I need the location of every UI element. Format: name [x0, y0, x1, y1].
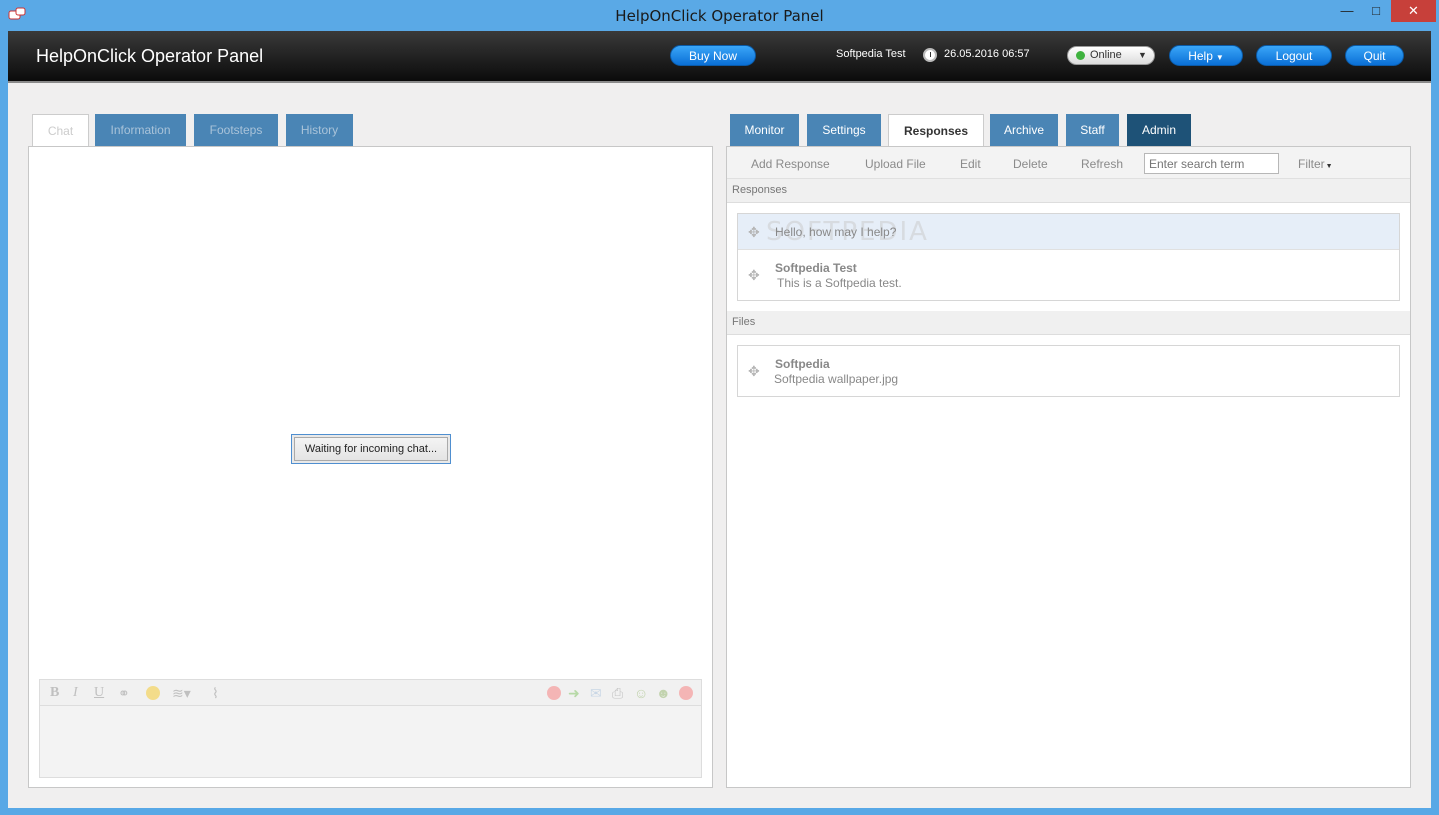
waiting-text: Waiting for incoming chat...	[294, 437, 448, 461]
transfer-icon[interactable]: ➜	[568, 685, 580, 702]
editor-toolbar: B I U ⚭ ≋▾ ⌇ ➜ ✉ ⎙ ☺ ☻	[40, 680, 701, 706]
buy-now-button[interactable]: Buy Now	[670, 45, 756, 66]
tab-staff[interactable]: Staff	[1066, 114, 1119, 146]
maximize-button[interactable]: □	[1362, 0, 1390, 22]
response-text: Hello, how may I help?	[775, 225, 897, 239]
edit-button[interactable]: Edit	[960, 157, 981, 171]
window-titlebar: HelpOnClick Operator Panel — □ ✕	[0, 0, 1439, 31]
search-input[interactable]	[1144, 153, 1279, 174]
clock-icon	[923, 48, 937, 62]
bold-icon[interactable]: B	[50, 685, 59, 701]
filter-dropdown[interactable]: Filter▼	[1298, 157, 1333, 171]
italic-icon[interactable]: I	[73, 685, 78, 701]
chevron-down-icon: ▼	[1215, 53, 1224, 62]
tab-responses[interactable]: Responses	[888, 114, 984, 147]
tab-information[interactable]: Information	[95, 114, 186, 146]
tab-history[interactable]: History	[286, 114, 353, 146]
move-icon[interactable]: ✥	[748, 364, 762, 378]
tab-archive[interactable]: Archive	[990, 114, 1058, 146]
end-chat-icon[interactable]	[547, 686, 561, 700]
response-item[interactable]: ✥ SOFTPEDIA Hello, how may I help?	[738, 214, 1399, 250]
tab-chat[interactable]: Chat	[32, 114, 89, 147]
chevron-down-icon: ▼	[1138, 50, 1147, 60]
move-icon[interactable]: ✥	[748, 225, 762, 239]
move-icon[interactable]: ✥	[748, 268, 762, 282]
email-icon[interactable]: ✉	[590, 685, 602, 702]
chat-panel: Waiting for incoming chat... B I U ⚭ ≋▾ …	[28, 146, 713, 788]
smiley-icon[interactable]	[146, 686, 160, 700]
tab-admin[interactable]: Admin	[1127, 114, 1191, 146]
tab-monitor[interactable]: Monitor	[730, 114, 799, 146]
status-label: Online	[1090, 49, 1122, 61]
waiting-indicator: Waiting for incoming chat...	[291, 434, 451, 464]
refresh-button[interactable]: Refresh	[1081, 157, 1123, 171]
message-editor[interactable]: B I U ⚭ ≋▾ ⌇ ➜ ✉ ⎙ ☺ ☻	[39, 679, 702, 778]
file-name: Softpedia wallpaper.jpg	[774, 372, 899, 386]
responses-toolbar: Add Response Upload File Edit Delete Ref…	[727, 147, 1410, 179]
tab-footsteps[interactable]: Footsteps	[194, 114, 278, 146]
upload-file-button[interactable]: Upload File	[865, 157, 926, 171]
underline-icon[interactable]: U	[94, 685, 104, 701]
response-item[interactable]: ✥ Softpedia Test This is a Softpedia tes…	[738, 250, 1399, 300]
files-list: ✥ Softpedia Softpedia wallpaper.jpg	[737, 345, 1400, 397]
attachment-icon[interactable]: ⌇	[212, 685, 219, 702]
app-header: HelpOnClick Operator Panel Buy Now Softp…	[8, 31, 1431, 83]
filter-label: Filter	[1298, 157, 1325, 171]
color-picker-icon[interactable]: ≋▾	[172, 685, 191, 702]
status-dropdown[interactable]: Online ▼	[1067, 46, 1155, 65]
ban-icon[interactable]	[679, 686, 693, 700]
add-response-button[interactable]: Add Response	[751, 157, 830, 171]
add-user-icon[interactable]: ☻	[656, 685, 671, 701]
close-window-button[interactable]: ✕	[1391, 0, 1436, 22]
files-section-label: Files	[727, 311, 1410, 335]
help-label: Help	[1188, 49, 1213, 63]
response-title: Softpedia Test	[775, 261, 857, 275]
response-text: This is a Softpedia test.	[777, 276, 902, 290]
window-title: HelpOnClick Operator Panel	[615, 7, 824, 25]
minimize-button[interactable]: —	[1333, 0, 1361, 22]
quit-button[interactable]: Quit	[1345, 45, 1404, 66]
tab-settings[interactable]: Settings	[807, 114, 881, 146]
link-icon[interactable]: ⚭	[118, 685, 130, 702]
app-brand: HelpOnClick Operator Panel	[36, 46, 264, 66]
logout-button[interactable]: Logout	[1256, 45, 1332, 66]
help-button[interactable]: Help ▼	[1169, 45, 1243, 66]
chevron-down-icon: ▼	[1325, 163, 1333, 170]
responses-panel: Add Response Upload File Edit Delete Ref…	[726, 146, 1411, 788]
client-area: HelpOnClick Operator Panel Buy Now Softp…	[8, 31, 1431, 808]
responses-list: ✥ SOFTPEDIA Hello, how may I help? ✥ Sof…	[737, 213, 1400, 301]
file-title: Softpedia	[775, 357, 830, 371]
file-item[interactable]: ✥ Softpedia Softpedia wallpaper.jpg	[738, 346, 1399, 396]
operator-name: Softpedia Test	[836, 48, 906, 60]
delete-button[interactable]: Delete	[1013, 157, 1048, 171]
responses-section-label: Responses	[727, 179, 1410, 203]
print-icon[interactable]: ⎙	[612, 685, 623, 702]
invite-operator-icon[interactable]: ☺	[634, 685, 648, 701]
current-datetime: 26.05.2016 06:57	[944, 48, 1030, 60]
online-status-icon	[1076, 51, 1085, 60]
